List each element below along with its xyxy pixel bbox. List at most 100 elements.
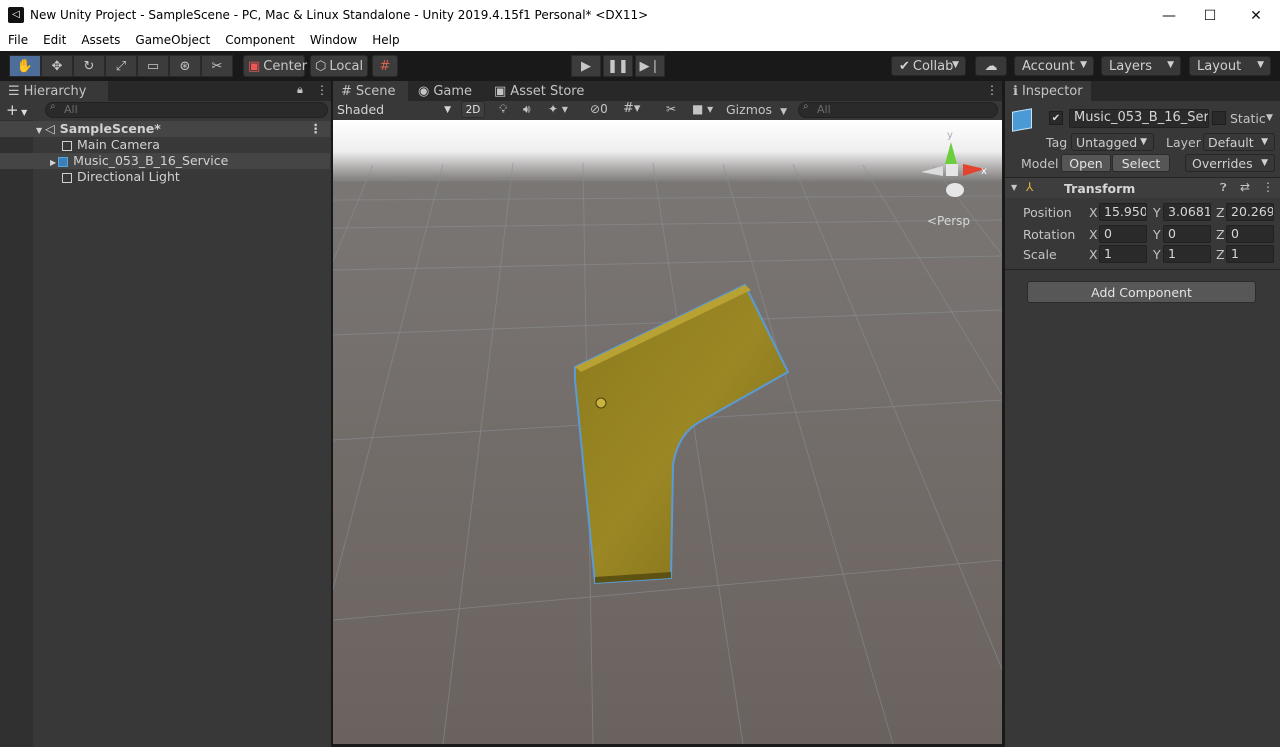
scale-label: Scale: [1023, 247, 1057, 262]
gizmos-dropdown[interactable]: Gizmos ▼: [726, 102, 787, 117]
menu-file[interactable]: File: [0, 31, 35, 51]
scale-tool-icon[interactable]: ⤢: [105, 55, 137, 77]
layer-dropdown[interactable]: Default ▼: [1203, 133, 1275, 151]
static-checkbox[interactable]: [1212, 111, 1226, 125]
rotation-y-field[interactable]: 0: [1163, 225, 1211, 243]
unity-scene-icon: ◁: [45, 121, 55, 136]
scale-y-field[interactable]: 1: [1163, 245, 1211, 263]
scene-viewport[interactable]: y x <Persp: [333, 120, 1002, 744]
hierarchy-search-input[interactable]: All: [45, 102, 328, 118]
axis-z-label: Z: [1216, 247, 1225, 262]
maximize-button[interactable]: ☐: [1187, 0, 1233, 31]
menu-help[interactable]: Help: [364, 31, 406, 51]
kebab-menu-icon[interactable]: ⋮: [316, 83, 328, 97]
close-button[interactable]: ✕: [1233, 0, 1279, 31]
move-tool-icon[interactable]: ✥: [41, 55, 73, 77]
help-icon[interactable]: ❓︎: [1220, 181, 1227, 195]
transform-header[interactable]: [1005, 178, 1280, 198]
effects-dropdown-icon[interactable]: ✦ ▾: [548, 102, 568, 116]
cloud-button[interactable]: ☁: [975, 56, 1007, 76]
menu-assets[interactable]: Assets: [73, 31, 127, 51]
grid-icon: #: [341, 83, 352, 99]
layers-dropdown[interactable]: Layers ▼: [1101, 56, 1181, 76]
play-button[interactable]: ▶: [571, 55, 601, 77]
2d-toggle-button[interactable]: 2D: [461, 101, 485, 118]
menu-component[interactable]: Component: [217, 31, 302, 51]
account-dropdown[interactable]: Account ▼: [1014, 56, 1094, 76]
gameobject-icon: [62, 140, 72, 151]
pivot-center-button[interactable]: ▣ Center: [243, 55, 307, 77]
chevron-down-icon: ▼: [1261, 137, 1268, 147]
projection-label[interactable]: <Persp: [927, 214, 970, 228]
kebab-menu-icon[interactable]: ⋮: [310, 121, 323, 137]
tab-inspector[interactable]: ℹ Inspector: [1005, 81, 1091, 101]
open-button[interactable]: Open: [1061, 154, 1111, 172]
kebab-menu-icon[interactable]: ⋮: [986, 83, 998, 97]
audio-toggle-icon[interactable]: 🔊︎: [523, 102, 531, 117]
rotation-x-field[interactable]: 0: [1099, 225, 1147, 243]
lock-icon[interactable]: 🔒︎: [297, 83, 303, 97]
scale-z-field[interactable]: 1: [1226, 245, 1274, 263]
position-y-field[interactable]: 3.0681: [1163, 203, 1211, 221]
menu-edit[interactable]: Edit: [35, 31, 73, 51]
hierarchy-left-gutter: [0, 120, 33, 747]
kebab-menu-icon[interactable]: ⋮: [1262, 180, 1274, 194]
static-dropdown-icon[interactable]: ▼: [1266, 113, 1273, 123]
chevron-down-icon: ▼: [1167, 60, 1174, 70]
layer-label: Layer: [1166, 135, 1201, 150]
axis-x-label: X: [1089, 205, 1098, 220]
tab-scene[interactable]: # Scene: [333, 81, 408, 101]
create-button[interactable]: + ▼: [6, 101, 27, 119]
tag-dropdown[interactable]: Untagged ▼: [1071, 133, 1154, 151]
hierarchy-item[interactable]: Main Camera: [0, 137, 330, 153]
expand-arrow-icon[interactable]: ▶: [50, 158, 56, 167]
hierarchy-scene-row[interactable]: ▼ ◁ SampleScene* ⋮: [0, 121, 330, 137]
scale-x-field[interactable]: 1: [1099, 245, 1147, 263]
component-divider: [1005, 269, 1280, 270]
shading-mode-dropdown[interactable]: Shaded ▼: [337, 102, 455, 119]
position-x-field[interactable]: 15.950: [1099, 203, 1147, 221]
chevron-down-icon: ▼: [1080, 60, 1087, 70]
position-label: Position: [1023, 205, 1072, 220]
local-space-icon: ⬡: [315, 58, 327, 74]
tools-icon[interactable]: ✂: [666, 102, 676, 116]
step-button[interactable]: ▶❘: [635, 55, 665, 77]
rect-tool-icon[interactable]: ▭: [137, 55, 169, 77]
axis-x-label: X: [1089, 247, 1098, 262]
hierarchy-item[interactable]: Directional Light: [0, 169, 330, 185]
axis-y-label: Y: [1153, 247, 1161, 262]
pivot-local-button[interactable]: ⬡ Local: [310, 55, 368, 77]
menu-window[interactable]: Window: [302, 31, 364, 51]
position-z-field[interactable]: 20.269: [1226, 203, 1274, 221]
minimize-button[interactable]: —: [1146, 0, 1192, 31]
object-name-field[interactable]: Music_053_B_16_Serv: [1069, 109, 1209, 128]
add-component-button[interactable]: Add Component: [1027, 281, 1256, 303]
hierarchy-item[interactable]: ▶ Music_053_B_16_Service: [0, 153, 330, 169]
grid-toggle-icon[interactable]: #▾: [623, 101, 640, 116]
rotate-tool-icon[interactable]: ↻: [73, 55, 105, 77]
chevron-down-icon: ▼: [444, 105, 451, 115]
tab-game[interactable]: ◉ Game: [410, 81, 482, 101]
layout-dropdown[interactable]: Layout ▼: [1189, 56, 1271, 76]
hand-tool-icon[interactable]: ✋: [9, 55, 41, 77]
active-checkbox[interactable]: ✔: [1049, 111, 1063, 125]
axis-y-label: y: [947, 130, 953, 141]
tab-hierarchy[interactable]: ☰ Hierarchy: [0, 81, 108, 101]
lighting-toggle-icon[interactable]: 💡︎: [499, 102, 507, 117]
scene-search-input[interactable]: All: [798, 102, 998, 118]
pause-button[interactable]: ❚❚: [603, 55, 633, 77]
select-button[interactable]: Select: [1112, 154, 1170, 172]
collab-dropdown[interactable]: ✔ Collab ▼: [891, 56, 966, 76]
rotation-z-field[interactable]: 0: [1226, 225, 1274, 243]
custom-tool-icon[interactable]: ✂: [201, 55, 233, 77]
transform-tool-icon[interactable]: ⊛: [169, 55, 201, 77]
hidden-objects-icon[interactable]: ⊘0: [590, 102, 608, 116]
rotation-label: Rotation: [1023, 227, 1076, 242]
camera-dropdown-icon[interactable]: ■ ▾: [692, 102, 713, 116]
preset-icon[interactable]: ⇄: [1240, 180, 1250, 194]
collapse-arrow-icon[interactable]: ▼: [1011, 183, 1017, 192]
menu-gameobject[interactable]: GameObject: [127, 31, 217, 51]
tab-asset-store[interactable]: ▣ Asset Store: [486, 81, 586, 101]
grid-snap-icon[interactable]: #: [372, 55, 398, 77]
overrides-dropdown[interactable]: Overrides ▼: [1185, 154, 1275, 172]
